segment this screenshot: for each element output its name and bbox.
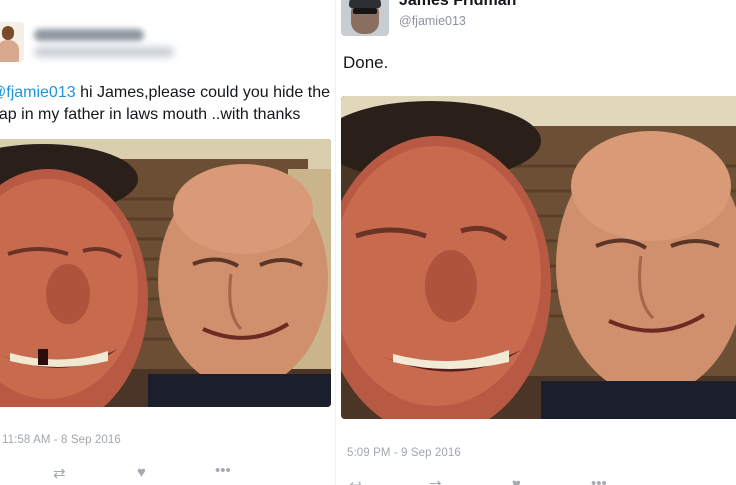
- more-dots-icon[interactable]: •••: [215, 463, 231, 478]
- author-handle[interactable]: @fjamie013: [399, 14, 466, 28]
- heart-icon[interactable]: ♥: [137, 465, 146, 480]
- reply-text: Done.: [343, 53, 389, 72]
- original-photo[interactable]: [0, 139, 331, 407]
- blurred-name: [34, 29, 144, 41]
- blurred-handle: [34, 47, 174, 57]
- request-tweet: @fjamie013 hi James,please could you hid…: [0, 0, 336, 485]
- retweet-icon[interactable]: ⇄: [53, 466, 66, 481]
- mention-link[interactable]: @fjamie013: [0, 84, 76, 101]
- reply-timestamp[interactable]: 5:09 PM - 9 Sep 2016: [347, 447, 461, 459]
- requester-avatar[interactable]: [0, 22, 24, 62]
- james-fridman-avatar[interactable]: [341, 0, 389, 36]
- reply-icon[interactable]: ↩: [349, 478, 362, 485]
- author-name[interactable]: James Fridman: [399, 0, 516, 10]
- retweet-icon[interactable]: ⇄: [429, 478, 442, 485]
- request-tweet-text: @fjamie013 hi James,please could you hid…: [0, 82, 330, 126]
- request-timestamp[interactable]: 11:58 AM - 8 Sep 2016: [2, 434, 121, 446]
- edited-photo[interactable]: [341, 96, 736, 419]
- more-dots-icon[interactable]: •••: [591, 476, 607, 485]
- reply-tweet: James Fridman @fjamie013 Done. 5:09 PM -…: [336, 0, 736, 485]
- heart-icon[interactable]: ♥: [512, 477, 521, 485]
